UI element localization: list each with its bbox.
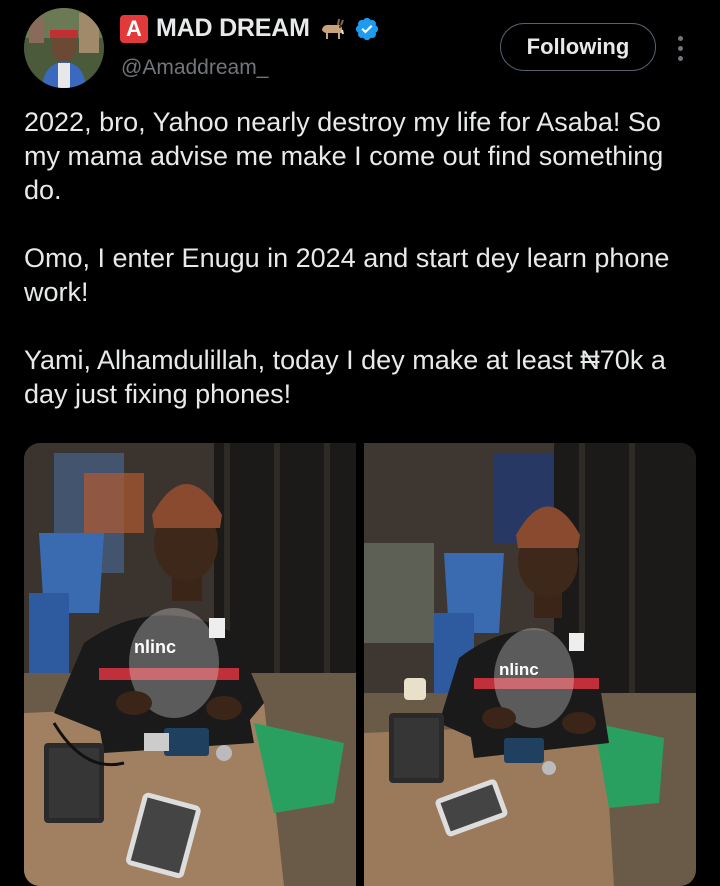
- tweet-paragraph: 2022, bro, Yahoo nearly destroy my life …: [24, 107, 664, 205]
- photo-phone-repair-2: nlinc: [364, 443, 696, 886]
- avatar[interactable]: [24, 8, 104, 88]
- tweet-header: A MAD DREAM @Amaddream_ Following: [0, 0, 720, 100]
- photo-phone-repair-1: nlinc: [24, 443, 356, 886]
- tweet-photo-2[interactable]: nlinc: [364, 443, 696, 886]
- avatar-image: [24, 8, 104, 88]
- verified-badge-icon[interactable]: [354, 16, 380, 42]
- letter-a-badge: A: [120, 14, 148, 43]
- more-vertical-icon[interactable]: [668, 30, 692, 66]
- goat-icon: [318, 15, 346, 43]
- shirt-print: nlinc: [499, 660, 539, 679]
- display-name[interactable]: MAD DREAM: [156, 14, 310, 43]
- tweet-text: 2022, bro, Yahoo nearly destroy my life …: [24, 105, 704, 411]
- author-name-row[interactable]: A MAD DREAM: [120, 14, 380, 43]
- following-button[interactable]: Following: [500, 23, 656, 71]
- shirt-print: nlinc: [134, 637, 176, 657]
- tweet-paragraph: Yami, Alhamdulillah, today I dey make at…: [24, 345, 666, 409]
- tweet-photo-1[interactable]: nlinc: [24, 443, 356, 886]
- tweet-paragraph: Omo, I enter Enugu in 2024 and start dey…: [24, 243, 670, 307]
- author-handle[interactable]: @Amaddream_: [121, 56, 268, 80]
